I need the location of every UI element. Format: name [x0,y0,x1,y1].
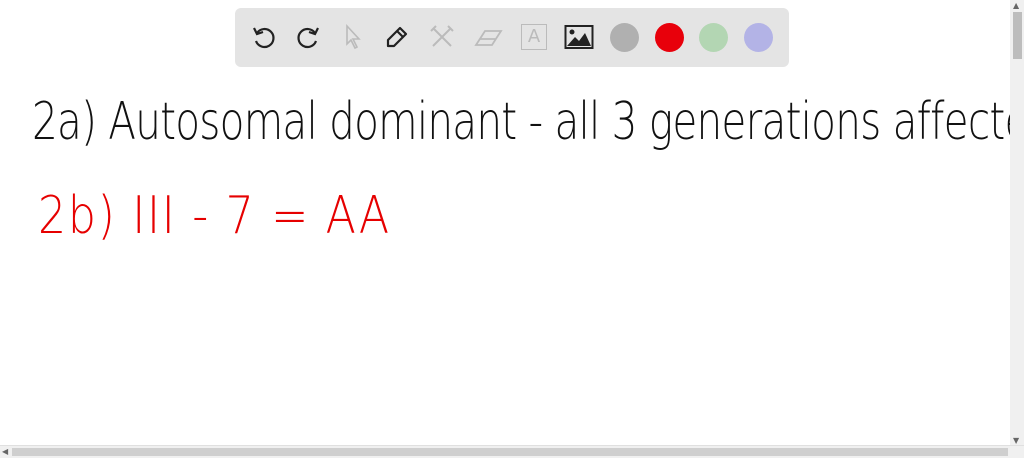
pen-button[interactable] [382,22,412,52]
redo-button[interactable] [293,22,323,52]
scroll-down-icon[interactable]: ▼ [1013,436,1019,445]
handwritten-line-2a: 2a) Autosomal dominant - all 3 generatio… [32,92,1024,152]
horizontal-scrollbar[interactable]: ◀ [0,445,1024,458]
drawing-toolbar: A [235,8,789,67]
color-gray-swatch[interactable] [610,23,639,52]
text-button[interactable]: A [519,22,549,52]
scroll-left-icon[interactable]: ◀ [2,447,8,456]
eraser-button[interactable] [473,22,503,52]
redo-icon [297,27,319,49]
handwritten-line-2b: 2b) III - 7 = AA [38,186,391,246]
undo-button[interactable] [249,22,279,52]
tools-icon [430,25,454,47]
image-icon [564,25,594,49]
scroll-up-icon[interactable]: ▲ [1013,1,1019,10]
color-red-swatch[interactable] [655,23,684,52]
undo-icon [253,27,275,49]
color-purple-swatch[interactable] [744,23,773,52]
horizontal-scroll-thumb[interactable] [12,448,1008,456]
vertical-scrollbar[interactable]: ▲ ▼ [1010,0,1024,446]
select-button[interactable] [338,22,368,52]
eraser-icon [474,30,503,46]
pen-icon [386,26,408,48]
vertical-scroll-thumb[interactable] [1013,12,1022,59]
color-green-swatch[interactable] [699,23,728,52]
text-icon: A [521,24,547,50]
image-button[interactable] [564,22,594,52]
select-pointer-icon [346,23,361,50]
tools-button[interactable] [427,22,457,52]
